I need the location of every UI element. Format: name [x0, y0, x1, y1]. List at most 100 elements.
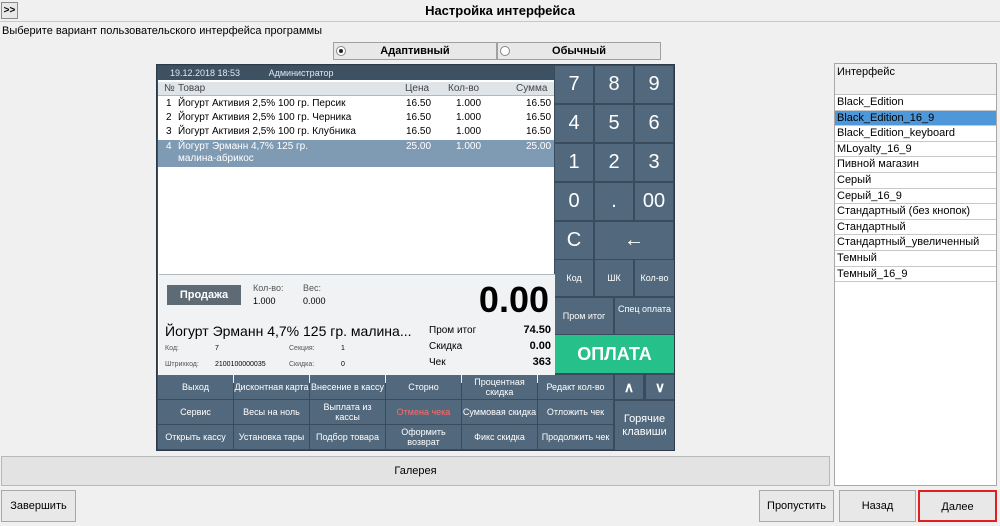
back-button[interactable]: Назад [839, 490, 916, 522]
count-value: 0 [341, 361, 345, 368]
interface-list: Интерфейс Black_Edition Black_Edition_16… [834, 63, 997, 486]
scroll-down-icon[interactable]: ∨ [646, 375, 674, 399]
edit-qty-button[interactable]: Редакт кол-во [538, 375, 613, 399]
function-grid: Выход Дисконтная карта Внесение в кассу … [158, 375, 613, 450]
subtotal-key[interactable]: Пром итог [555, 298, 613, 334]
row-name: Йогурт Активия 2,5% 100 гр. Персик [178, 98, 346, 109]
return-button[interactable]: Оформить возврат [386, 425, 461, 449]
mode-adaptive-label: Адаптивный [380, 45, 450, 57]
continue-check-button[interactable]: Продолжить чек [538, 425, 613, 449]
interface-list-item-selected[interactable]: Black_Edition_16_9 [835, 110, 996, 127]
sum-discount-button[interactable]: Суммовая скидка [462, 400, 537, 424]
key-2[interactable]: 2 [595, 144, 633, 181]
row-qty: 1.000 [456, 112, 482, 123]
interface-preview: 19.12.2018 18:53 Администратор № Товар Ц… [156, 64, 675, 451]
section-value: 1 [341, 345, 345, 352]
interface-list-item[interactable]: Black_Edition [835, 95, 996, 111]
row-price: 16.50 [406, 126, 432, 137]
key-9[interactable]: 9 [635, 66, 673, 103]
radio-unselected-icon [500, 46, 510, 56]
title-bar: >> Настройка интерфейса [0, 0, 1000, 22]
key-5[interactable]: 5 [595, 105, 633, 142]
key-dot[interactable]: . [595, 183, 633, 220]
key-3[interactable]: 3 [635, 144, 673, 181]
interface-list-header: Интерфейс [835, 64, 996, 95]
skip-button[interactable]: Пропустить [759, 490, 834, 522]
hotkeys-button[interactable]: Горячие клавиши [615, 401, 674, 450]
col-sum: Сумма [516, 83, 548, 94]
cash-out-button[interactable]: Выплата из кассы [310, 400, 385, 424]
service-button[interactable]: Сервис [158, 400, 233, 424]
key-1[interactable]: 1 [555, 144, 593, 181]
qty-key[interactable]: Кол-во [635, 260, 674, 296]
subtotal-label: Пром итог [429, 325, 477, 336]
code-key[interactable]: Код [555, 260, 593, 296]
exit-button[interactable]: Выход [158, 375, 233, 399]
cancel-check-button[interactable]: Отмена чека [386, 400, 461, 424]
interface-list-item[interactable]: MLoyalty_16_9 [835, 142, 996, 158]
pay-button[interactable]: ОПЛАТА [555, 335, 674, 373]
check-label: Чек [429, 357, 446, 368]
mode-classic-label: Обычный [552, 45, 606, 57]
code-value: 7 [215, 345, 219, 352]
barcode-key[interactable]: ШК [595, 260, 633, 296]
backspace-icon[interactable]: ← [595, 222, 673, 259]
row-num: 3 [166, 126, 172, 137]
percent-discount-button[interactable]: Процентная скидка [462, 375, 537, 399]
interface-list-item[interactable]: Серый_16_9 [835, 189, 996, 205]
total-amount: 0.00 [478, 279, 549, 320]
set-tare-button[interactable]: Установка тары [234, 425, 309, 449]
qty-value: 1.000 [253, 296, 276, 306]
scroll-up-icon[interactable]: ∧ [615, 375, 643, 399]
row-qty: 1.000 [456, 126, 482, 137]
key-6[interactable]: 6 [635, 105, 673, 142]
receipt-pane: 19.12.2018 18:53 Администратор № Товар Ц… [158, 66, 555, 383]
interface-list-item[interactable]: Стандартный_увеличенный [835, 235, 996, 251]
key-4[interactable]: 4 [555, 105, 593, 142]
row-qty: 1.000 [456, 98, 482, 109]
gallery-button[interactable]: Галерея [1, 456, 830, 486]
interface-list-item[interactable]: Серый [835, 173, 996, 189]
defer-check-button[interactable]: Отложить чек [538, 400, 613, 424]
check-value: 363 [532, 356, 551, 368]
interface-list-item[interactable]: Стандартный [835, 220, 996, 236]
key-0[interactable]: 0 [555, 183, 593, 220]
interface-list-item[interactable]: Темный_16_9 [835, 267, 996, 283]
key-8[interactable]: 8 [595, 66, 633, 103]
mode-classic-option[interactable]: Обычный [497, 42, 661, 60]
row-name: Йогурт Эрманн 4,7% 125 гр. [178, 141, 309, 152]
key-00[interactable]: 00 [635, 183, 673, 220]
row-sum: 16.50 [526, 112, 552, 123]
col-price: Цена [405, 83, 430, 94]
sale-panel: Продажа Кол-во: 1.000 Вес: 0.000 0.00 Йо… [159, 274, 555, 383]
discount-card-button[interactable]: Дисконтная карта [234, 375, 309, 399]
product-lookup-button[interactable]: Подбор товара [310, 425, 385, 449]
interface-list-item[interactable]: Темный [835, 251, 996, 267]
storno-button[interactable]: Сторно [386, 375, 461, 399]
receipt-row: 2 Йогурт Активия 2,5% 100 гр. Черника 16… [158, 111, 554, 125]
zero-scale-button[interactable]: Весы на ноль [234, 400, 309, 424]
row-name-cont: малина-абрикос [178, 153, 254, 164]
mode-adaptive-option[interactable]: Адаптивный [333, 42, 497, 60]
receipt-row: 1 Йогурт Активия 2,5% 100 гр. Персик 16.… [158, 97, 554, 111]
key-7[interactable]: 7 [555, 66, 593, 103]
page-subtitle: Выберите вариант пользовательского интер… [2, 25, 323, 37]
next-button[interactable]: Далее [918, 490, 997, 522]
col-item: Товар [178, 83, 206, 94]
fixed-discount-button[interactable]: Фикс скидка [462, 425, 537, 449]
col-num: № [164, 83, 175, 94]
key-clear[interactable]: С [555, 222, 593, 259]
interface-list-item[interactable]: Стандартный (без кнопок) [835, 204, 996, 220]
qty-label: Кол-во: [253, 283, 284, 293]
finish-button[interactable]: Завершить [1, 490, 76, 522]
open-drawer-button[interactable]: Открыть кассу [158, 425, 233, 449]
interface-list-item[interactable]: Пивной магазин [835, 157, 996, 173]
cash-in-button[interactable]: Внесение в кассу [310, 375, 385, 399]
preview-status-bar: 19.12.2018 18:53 Администратор [158, 66, 554, 80]
special-payment-key[interactable]: Спец оплата [615, 298, 674, 334]
row-num: 2 [166, 112, 172, 123]
interface-list-item[interactable]: Black_Edition_keyboard [835, 126, 996, 142]
row-num: 4 [166, 141, 172, 152]
sale-mode-button[interactable]: Продажа [167, 285, 241, 305]
weight-value: 0.000 [303, 296, 326, 306]
